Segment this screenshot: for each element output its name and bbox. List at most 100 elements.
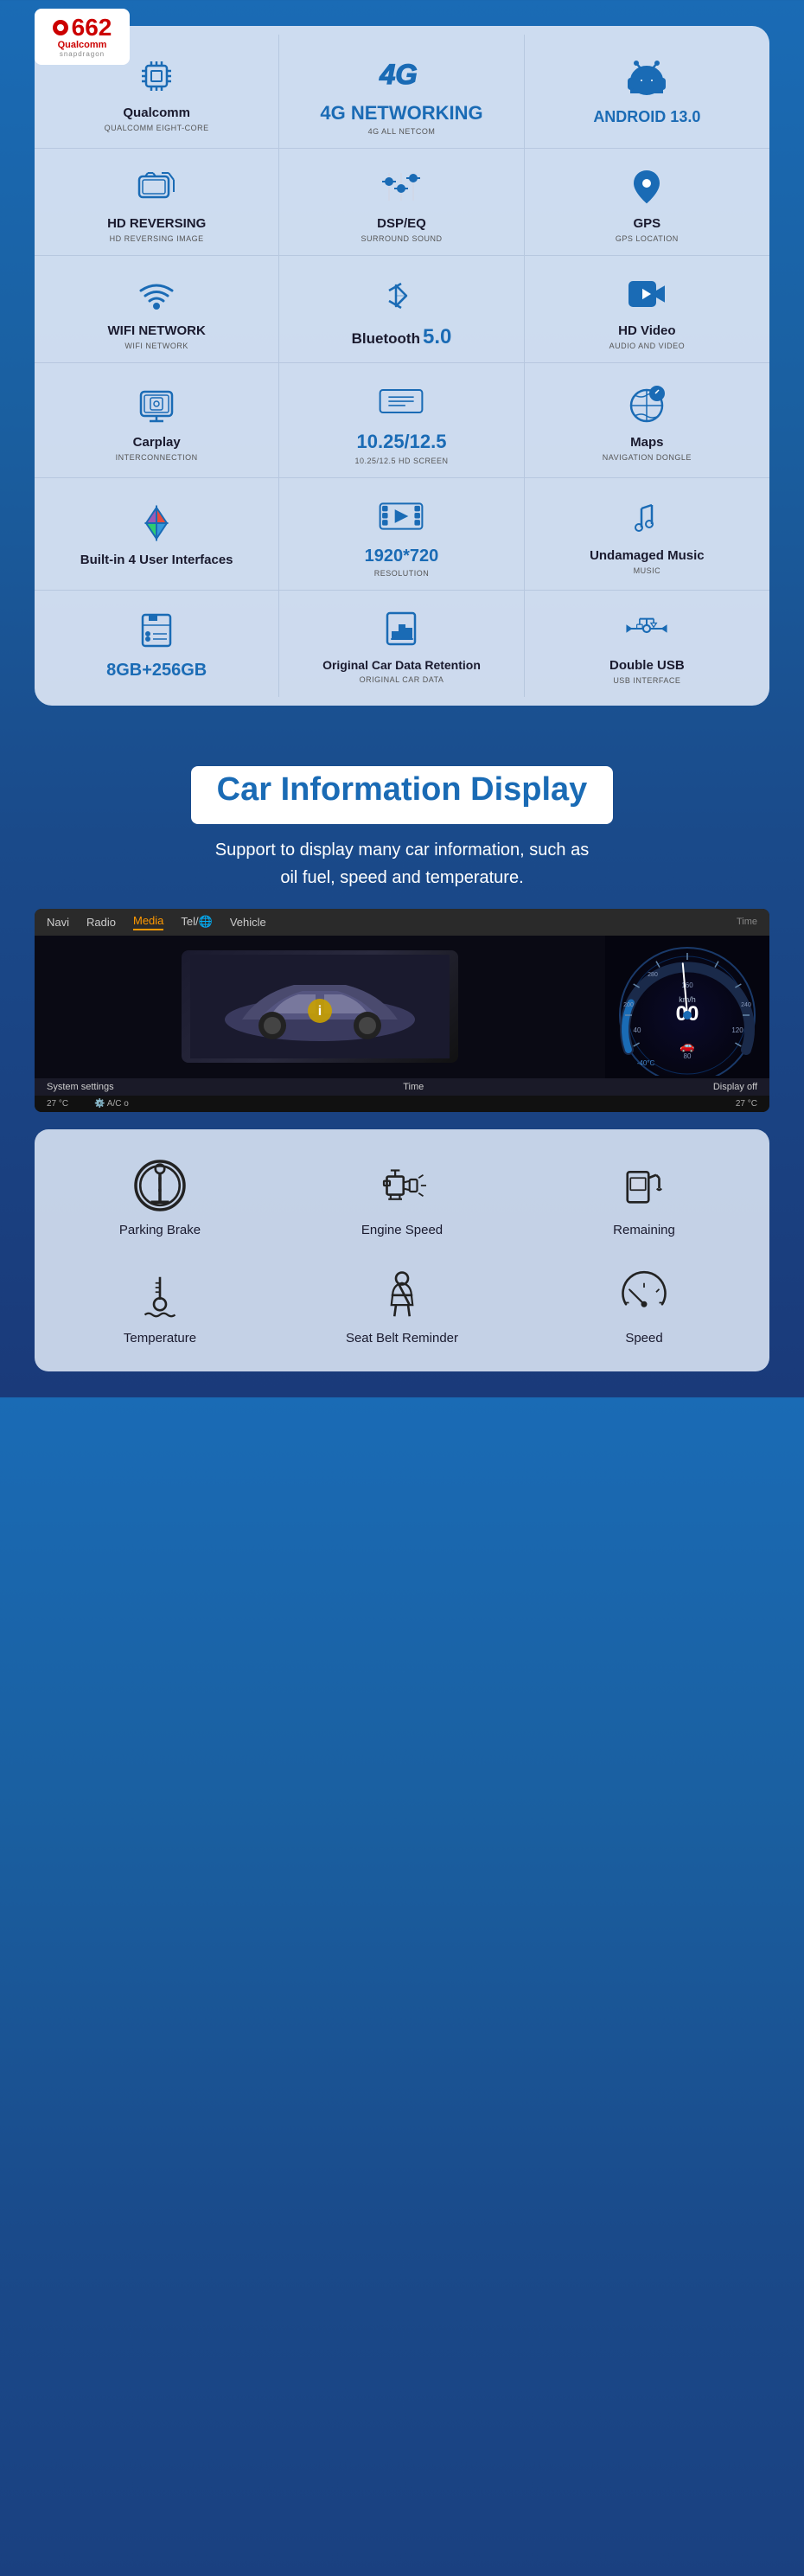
wifi-icon	[134, 272, 179, 316]
badge-number: 662	[72, 16, 112, 40]
qualcomm-badge: 662 Qualcomm snapdragon	[35, 9, 130, 65]
time-label: Time	[403, 1082, 424, 1092]
maps-icon	[624, 383, 669, 428]
temp-left: 27 °C	[47, 1099, 68, 1109]
feature-title-video: HD Video	[618, 323, 675, 339]
sys-settings: System settings	[47, 1082, 114, 1092]
data-icon	[379, 606, 424, 651]
feature-android: ANDROID 13.0	[525, 35, 769, 149]
nav-tel: Tel/🌐	[181, 915, 212, 929]
nav-vehicle: Vehicle	[230, 916, 266, 929]
svg-text:4G: 4G	[380, 59, 418, 90]
feature-title-qualcomm: Qualcomm	[123, 105, 190, 121]
svg-text:280: 280	[648, 972, 658, 978]
video-icon	[624, 272, 669, 316]
seat-belt-icon	[372, 1263, 432, 1324]
bt-version: 5.0	[423, 325, 451, 349]
features-grid: Qualcomm QUALCOMM EIGHT-CORE 4G 4G NETWO…	[35, 35, 769, 697]
nav-navi: Navi	[47, 916, 69, 929]
dashboard-mockup: Navi Radio Media Tel/🌐 Vehicle Time	[35, 909, 769, 1112]
feature-subtitle-qualcomm: QUALCOMM EIGHT-CORE	[105, 124, 209, 132]
feature-subtitle-screen: 10.25/12.5 HD SCREEN	[354, 457, 448, 465]
remaining-icon	[614, 1155, 674, 1216]
feature-subtitle-maps: NAVIGATION DONGLE	[603, 453, 692, 462]
svg-text:i: i	[318, 1004, 322, 1019]
parking-brake-label: Parking Brake	[119, 1223, 201, 1237]
feature-hd-reversing: HD REVERSING HD REVERSING IMAGE	[35, 149, 279, 256]
storage-icon	[134, 608, 179, 653]
nav-radio: Radio	[86, 916, 116, 929]
screen-icon	[379, 379, 424, 424]
feature-title-usb: Double USB	[609, 658, 685, 674]
feature-gps: GPS GPS LOCATION	[525, 149, 769, 256]
svg-text:120: 120	[731, 1026, 743, 1034]
speed-icon	[614, 1263, 674, 1324]
remaining-label: Remaining	[613, 1223, 675, 1237]
badge-sub: snapdragon	[60, 50, 105, 58]
feature-subtitle-usb: USB INTERFACE	[613, 676, 680, 685]
car-info-section: Car Information Display Support to displ…	[0, 740, 804, 1397]
info-remaining: Remaining	[527, 1147, 761, 1246]
feature-subtitle-res: Resolution	[374, 569, 430, 578]
info-speed: Speed	[527, 1255, 761, 1354]
bt-label: Bluetooth	[352, 330, 420, 348]
carplay-icon	[134, 383, 179, 428]
features-section: 662 Qualcomm snapdragon	[0, 0, 804, 740]
feature-title-gps: GPS	[633, 216, 660, 232]
feature-title-screen: 10.25/12.5	[357, 431, 447, 453]
usb-icon	[624, 606, 669, 651]
info-icons-card: ! Parking Brake	[35, 1129, 769, 1371]
resolution-icon	[379, 494, 424, 539]
temperature-label: Temperature	[124, 1331, 196, 1346]
equalizer-icon	[379, 164, 424, 209]
camera-icon	[134, 164, 179, 209]
temp-right: 27 °C	[736, 1099, 757, 1109]
feature-subtitle-gps: GPS LOCATION	[616, 234, 679, 243]
bluetooth-icon	[379, 273, 424, 318]
nav-time-label: Time	[737, 917, 757, 927]
feature-ui: Built-in 4 User Interfaces	[35, 478, 279, 591]
svg-text:-40°C: -40°C	[637, 1059, 655, 1067]
feature-title-maps: Maps	[630, 435, 663, 451]
svg-text:🚗: 🚗	[680, 1039, 694, 1053]
svg-text:!: !	[156, 1173, 163, 1197]
cpu-icon	[134, 54, 179, 99]
feature-subtitle-music: MUSIC	[634, 566, 661, 575]
info-seat-belt: Seat Belt Reminder	[285, 1255, 519, 1354]
parking-brake-icon: !	[130, 1155, 190, 1216]
feature-wifi: WIFI NETWORK WIFI NETWORK	[35, 256, 279, 363]
feature-title-hd: HD REVERSING	[107, 216, 206, 232]
engine-speed-label: Engine Speed	[361, 1223, 443, 1237]
feature-hd-video: HD Video AUDIO AND VIDEO	[525, 256, 769, 363]
feature-maps: Maps NAVIGATION DONGLE	[525, 363, 769, 477]
svg-text:200: 200	[623, 1002, 634, 1008]
music-icon	[624, 496, 669, 541]
feature-title-ui: Built-in 4 User Interfaces	[80, 553, 233, 568]
temperature-icon	[130, 1263, 190, 1324]
feature-subtitle-video: AUDIO AND VIDEO	[609, 342, 686, 350]
android-icon	[624, 56, 669, 101]
info-temperature: Temperature	[43, 1255, 277, 1354]
feature-title-res: 1920*720	[365, 546, 439, 566]
feature-title-android: ANDROID 13.0	[593, 108, 700, 127]
info-parking-brake: ! Parking Brake	[43, 1147, 277, 1246]
features-card: Qualcomm QUALCOMM EIGHT-CORE 4G 4G NETWO…	[35, 26, 769, 706]
seat-belt-label: Seat Belt Reminder	[346, 1331, 458, 1346]
engine-speed-icon	[372, 1155, 432, 1216]
feature-dsp: DSP/EQ SURROUND SOUND	[279, 149, 524, 256]
gps-icon	[624, 164, 669, 209]
feature-storage: 8GB+256GB	[35, 591, 279, 697]
feature-title-car-data: Original Car Data Retention	[322, 658, 481, 673]
svg-text:40: 40	[634, 1026, 641, 1034]
car-info-description: Support to display many car information,…	[35, 836, 769, 892]
feature-subtitle-hd: HD REVERSING IMAGE	[110, 234, 204, 243]
nav-media: Media	[133, 914, 163, 930]
feature-title-carplay: Carplay	[133, 435, 181, 451]
svg-text:160: 160	[681, 981, 693, 989]
feature-music: Undamaged Music MUSIC	[525, 478, 769, 591]
car-info-title: Car Information Display	[217, 771, 588, 809]
display-off: Display off	[713, 1082, 757, 1092]
feature-subtitle-dsp: SURROUND SOUND	[361, 234, 442, 243]
dash-nav: Navi Radio Media Tel/🌐 Vehicle Time	[35, 909, 769, 936]
feature-title-dsp: DSP/EQ	[377, 216, 426, 232]
